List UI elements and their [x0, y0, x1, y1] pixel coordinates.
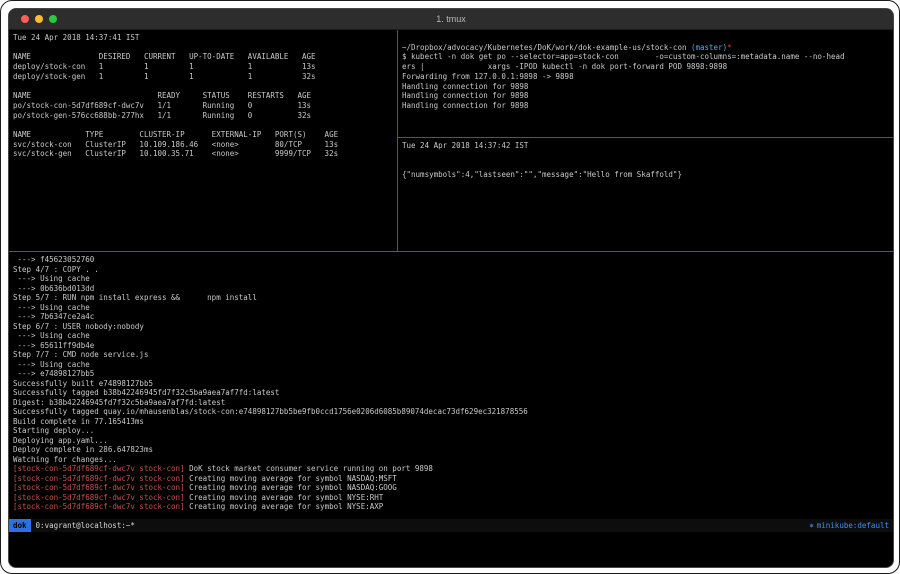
traffic-lights	[21, 15, 57, 23]
pod-log-prefix: [stock-con-5d7df689cf-dwc7v stock-con]	[13, 493, 185, 502]
pane-curl-output[interactable]: Tue 24 Apr 2018 14:37:42 IST {"numsymbol…	[398, 138, 894, 254]
pod-log-line: [stock-con-5d7df689cf-dwc7v stock-con] D…	[13, 464, 894, 474]
pod-log-line: [stock-con-5d7df689cf-dwc7v stock-con] C…	[13, 483, 894, 493]
pod-log-lines: [stock-con-5d7df689cf-dwc7v stock-con] D…	[13, 464, 894, 512]
pod-log-prefix: [stock-con-5d7df689cf-dwc7v stock-con]	[13, 483, 185, 492]
tmux-window-item[interactable]: 0:vagrant@localhost:~*	[36, 519, 135, 532]
git-dirty-flag: *	[727, 43, 732, 52]
pod-log-line: [stock-con-5d7df689cf-dwc7v stock-con] C…	[13, 493, 894, 503]
pane-kubectl-watch[interactable]: Tue 24 Apr 2018 14:37:41 IST NAME DESIRE…	[9, 30, 401, 254]
pod-log-prefix: [stock-con-5d7df689cf-dwc7v stock-con]	[13, 502, 185, 511]
kubernetes-helm-icon: ⎈	[809, 521, 814, 530]
fullscreen-icon[interactable]	[49, 15, 57, 23]
pane-port-forward[interactable]: ~/Dropbox/advocacy/Kubernetes/DoK/work/d…	[398, 30, 894, 140]
pod-log-prefix: [stock-con-5d7df689cf-dwc7v stock-con]	[13, 464, 185, 473]
pane-divider-horizontal-right[interactable]	[398, 137, 893, 138]
git-branch: (master)	[691, 43, 727, 52]
curl-output: Tue 24 Apr 2018 14:37:42 IST {"numsymbol…	[402, 141, 894, 180]
pane-divider-horizontal-main[interactable]	[9, 251, 893, 252]
kubectl-output: Tue 24 Apr 2018 14:37:41 IST NAME DESIRE…	[13, 33, 401, 159]
window-title: 1. tmux	[436, 14, 466, 24]
terminal-window: 1. tmux Tue 24 Apr 2018 14:37:41 IST NAM…	[8, 8, 894, 568]
tmux-status-bar: dok 0:vagrant@localhost:~* ⎈minikube:def…	[9, 519, 893, 532]
kube-context-label: minikube:default	[817, 521, 889, 530]
tmux-terminal: Tue 24 Apr 2018 14:37:41 IST NAME DESIRE…	[9, 30, 893, 567]
pod-log-prefix: [stock-con-5d7df689cf-dwc7v stock-con]	[13, 474, 185, 483]
minimize-icon[interactable]	[35, 15, 43, 23]
pane-skaffold-build[interactable]: ---> f45623052760 Step 4/7 : COPY . . --…	[9, 252, 894, 522]
port-forward-output: $ kubectl -n dok get po --selector=app=s…	[402, 52, 894, 110]
blank-line	[402, 33, 894, 43]
pod-log-line: [stock-con-5d7df689cf-dwc7v stock-con] C…	[13, 502, 894, 512]
build-output: ---> f45623052760 Step 4/7 : COPY . . --…	[13, 255, 894, 464]
pane-divider-vertical[interactable]	[397, 30, 398, 251]
pod-log-line: [stock-con-5d7df689cf-dwc7v stock-con] C…	[13, 474, 894, 484]
close-icon[interactable]	[21, 15, 29, 23]
tmux-status-right: ⎈minikube:default	[809, 519, 889, 532]
window-titlebar[interactable]: 1. tmux	[9, 9, 893, 30]
prompt-path-line: ~/Dropbox/advocacy/Kubernetes/DoK/work/d…	[402, 43, 894, 53]
tmux-session-name[interactable]: dok	[9, 519, 31, 532]
working-directory: ~/Dropbox/advocacy/Kubernetes/DoK/work/d…	[402, 43, 691, 52]
